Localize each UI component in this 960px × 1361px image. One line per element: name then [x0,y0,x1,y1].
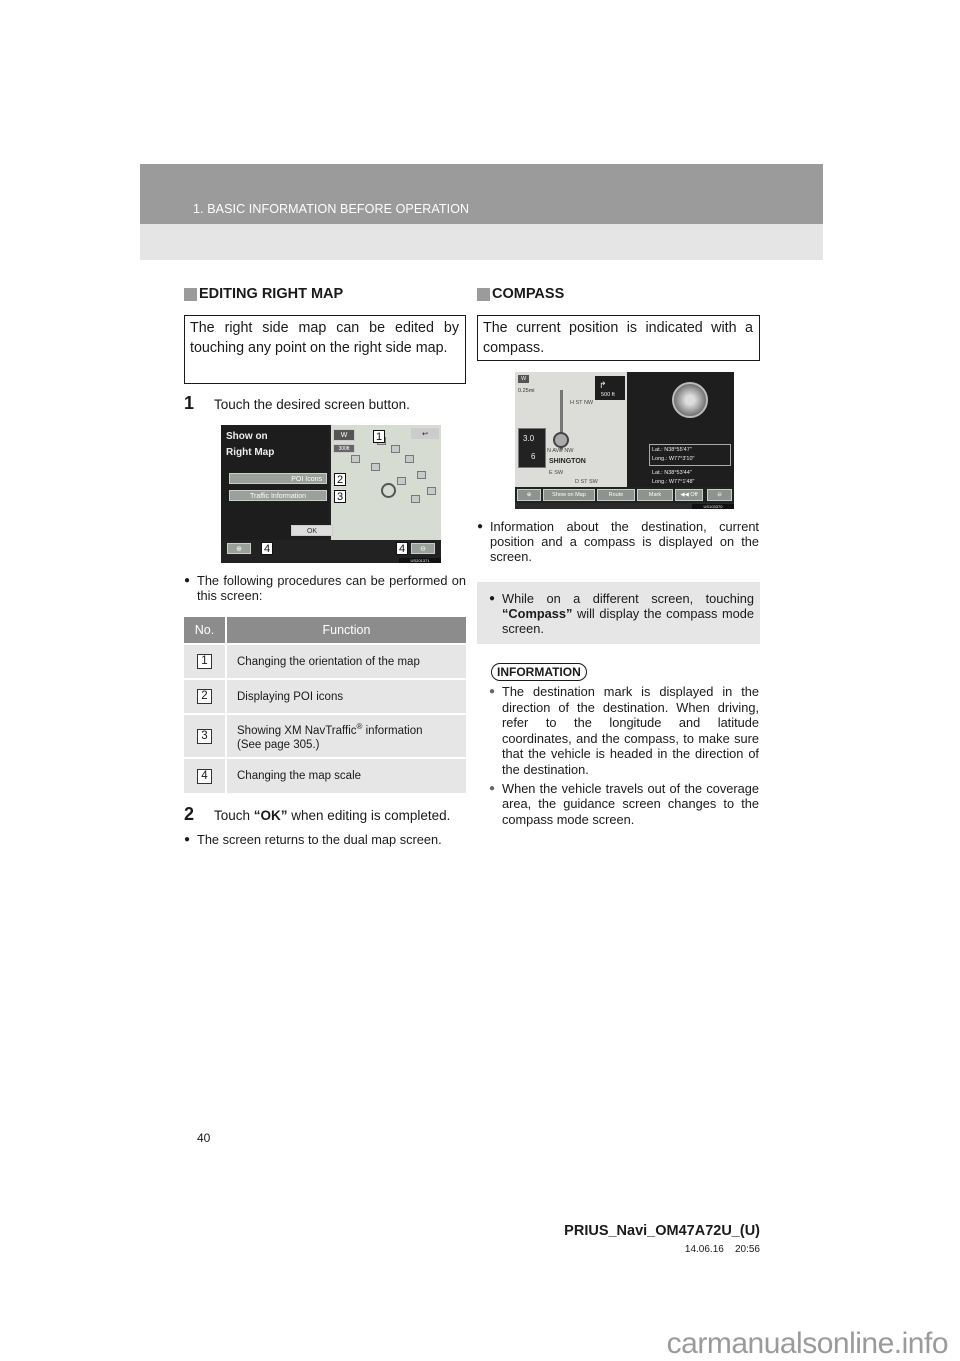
screenshot-compass-mode: W 0.25mi ↱ 500 ft H ST NW N AVE NW SHING… [515,372,734,509]
table-row: 4 Changing the map scale [184,757,466,793]
off-button[interactable]: ◀◀ Off [675,489,703,501]
screen-title-line2: Right Map [226,447,275,458]
step-text: Touch “OK” when editing is completed. [214,808,451,823]
document-id: PRIUS_Navi_OM47A72U_(U) [564,1223,760,1239]
poi-icons-button[interactable]: POI Icons [229,473,327,484]
callout-4-right: 4 [396,542,408,555]
intro-box: The current position is indicated with a… [477,315,760,361]
table-header-function: Function [226,617,466,644]
bullet-icon: ● [489,593,496,604]
chapter-title: 1. BASIC INFORMATION BEFORE OPERATION [193,202,470,216]
turn-distance: 500 ft [601,392,615,398]
bullet-returns: ● The screen returns to the dual map scr… [184,832,442,847]
mark-button[interactable]: Mark [637,489,673,501]
screen-title-line1: Show on [226,431,268,442]
left-column: EDITING RIGHT MAP The right side map can… [184,285,466,847]
vehicle-position-icon [381,483,396,498]
screenshot-show-on-right-map: Show on Right Map W 300ft ↩ POI Icons Tr… [221,425,441,563]
document-timestamp: 14.06.16 20:56 [684,1244,760,1255]
zoom-in-button[interactable]: ⊕ [517,489,541,501]
step-text: Touch the desired screen button. [214,397,410,412]
zoom-in-button[interactable]: ⊕ [227,543,251,554]
intro-box: The right side map can be edited by touc… [184,315,466,384]
section-square-icon [184,287,197,301]
route-button[interactable]: Route [597,489,635,501]
bullet-procedures: ● The following procedures can be perfor… [184,573,466,603]
step-number: 1 [184,393,195,413]
street-label: H ST NW [570,400,594,406]
figure-code: US201371 [399,558,441,563]
table-row: 1 Changing the orientation of the map [184,643,466,679]
traffic-information-button[interactable]: Traffic Information [229,490,327,501]
callout-3: 3 [334,490,346,503]
section-heading-editing-right-map: EDITING RIGHT MAP [184,285,466,303]
city-label: SHINGTON [549,458,586,465]
number-box: 4 [197,768,212,784]
ok-button[interactable]: OK [291,525,333,536]
information-list: ● The destination mark is displayed in t… [489,684,759,827]
current-long: Long.: W77°1'48" [652,479,695,485]
map-area [331,425,441,540]
back-button[interactable]: ↩ [411,428,439,439]
bullet-icon: ● [184,834,191,845]
orientation-button[interactable]: W [518,375,530,383]
scale-indicator: 300ft [333,444,355,453]
table-header-no: No. [184,617,227,644]
step-number: 2 [184,804,195,824]
table-row: 2 Displaying POI icons [184,678,466,714]
show-on-map-button[interactable]: Show on Map [543,489,595,501]
info-item: ● When the vehicle travels out of the co… [489,780,759,827]
compass-icon [672,382,708,418]
number-box: 1 [197,654,212,669]
right-column: COMPASS The current position is indicate… [477,285,760,827]
callout-1: 1 [373,430,385,443]
zoom-out-button[interactable]: ⊖ [707,489,732,501]
bullet-icon: ● [184,575,191,586]
number-box: 3 [197,728,212,744]
bullet-icon: ● [489,686,496,697]
speed-top: 3.0 [523,434,535,443]
street-label: D ST SW [575,479,598,485]
orientation-button[interactable]: W [333,429,355,441]
header-subband [140,224,823,260]
bullet-information: ● Information about the destination, cur… [477,519,759,564]
street-label: E SW [549,470,564,476]
destination-lat: Lat.: N38°55'47" [652,447,692,453]
bullet-icon: ● [489,782,496,794]
scale-indicator: 0.25mi [518,388,535,394]
callout-2: 2 [334,473,346,486]
page-number: 40 [197,1131,211,1145]
speed-bottom: 6 [531,452,536,461]
callout-4-left: 4 [261,542,273,555]
vehicle-position-icon [553,432,569,448]
current-lat: Lat.: N38°53'44" [652,470,692,476]
section-heading-compass: COMPASS [477,285,759,303]
destination-long: Long.: W77°3'10" [652,456,695,462]
table-row: 3 Showing XM NavTraffic® information (Se… [184,713,466,758]
figure-code: US103370 [692,504,734,509]
watermark: carmanualsonline.info [666,1327,949,1360]
note-box: ● While on a different screen, touching … [477,582,760,644]
information-badge: INFORMATION [491,663,587,681]
function-table: No. Function 1 Changing the orientation … [184,617,466,793]
number-box: 2 [197,689,212,704]
zoom-out-button[interactable]: ⊖ [411,543,435,554]
section-square-icon [477,287,490,301]
step-1: 1 Touch the desired screen button. [184,393,466,415]
step-2: 2 Touch “OK” when editing is completed. [184,803,466,827]
turn-arrow-icon: ↱ [599,380,607,390]
street-label: N AVE NW [547,448,574,454]
bullet-icon: ● [477,521,484,532]
info-item: ● The destination mark is displayed in t… [489,684,759,777]
